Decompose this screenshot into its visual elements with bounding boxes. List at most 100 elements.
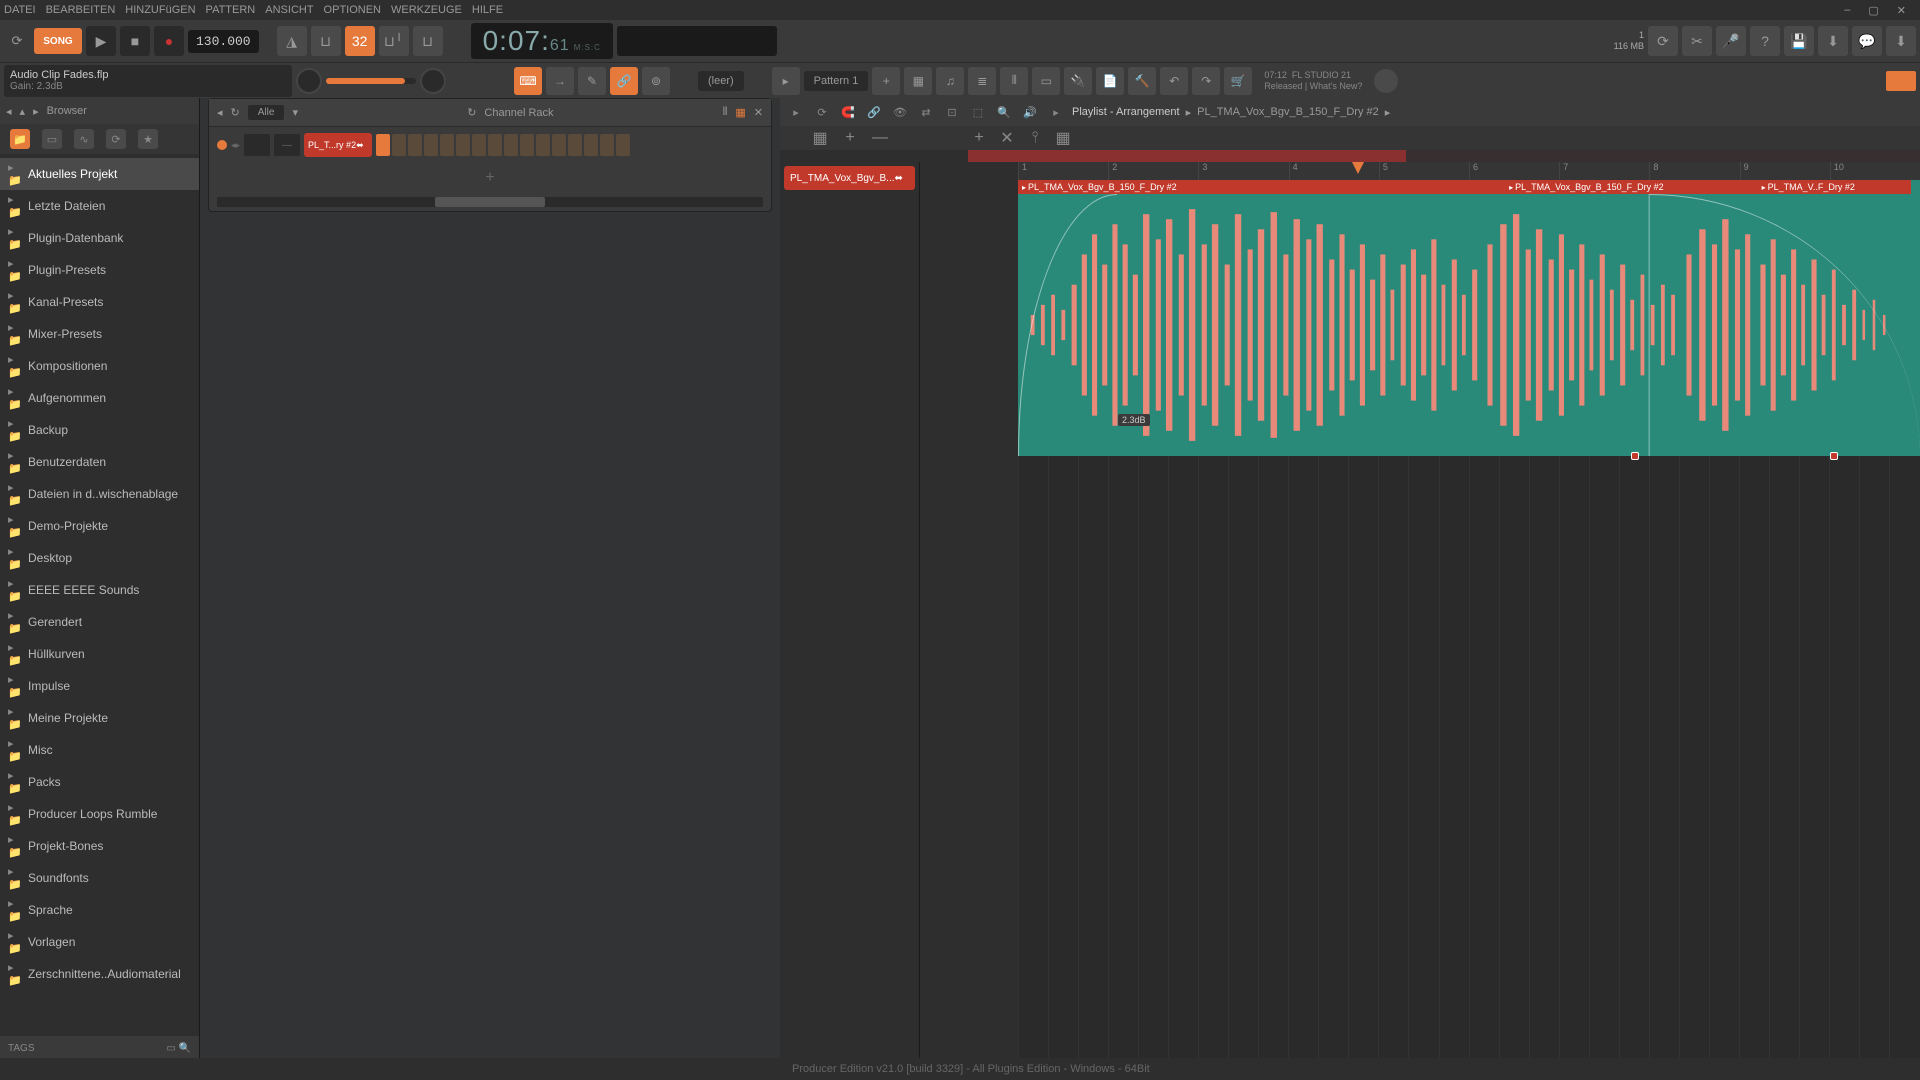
- tree-item[interactable]: ▸📁Aktuelles Projekt: [0, 158, 199, 190]
- channel-row[interactable]: ◂▸ — PL_T...ry #2 ⬌: [209, 127, 771, 163]
- step-sequencer[interactable]: [376, 134, 630, 156]
- track-lane-3[interactable]: [1018, 738, 1920, 1020]
- pattern-play-icon[interactable]: ▸: [772, 67, 800, 95]
- browser-tree[interactable]: ▸📁Aktuelles Projekt▸📁Letzte Dateien▸📁Plu…: [0, 154, 199, 1036]
- menu-add[interactable]: HINZUFüGEN: [125, 4, 195, 16]
- browser-collapse-icon[interactable]: ▭: [166, 1043, 175, 1054]
- snap-button[interactable]: 32: [345, 26, 375, 56]
- menu-file[interactable]: DATEI: [4, 4, 36, 16]
- pl-speaker-icon[interactable]: 🔊: [1020, 102, 1040, 122]
- fade-handle-2[interactable]: [1830, 452, 1838, 460]
- tree-item[interactable]: ▸📁Aufgenommen: [0, 382, 199, 414]
- tree-item[interactable]: ▸📁Kompositionen: [0, 350, 199, 382]
- menu-options[interactable]: OPTIONEN: [324, 4, 381, 16]
- ruler-mark[interactable]: 5: [1379, 162, 1469, 180]
- tree-item[interactable]: ▸📁Backup: [0, 414, 199, 446]
- main-volume-slider[interactable]: [326, 78, 416, 84]
- ch-close-icon[interactable]: ✕: [754, 106, 763, 119]
- browser-star-icon[interactable]: ★: [138, 129, 158, 149]
- shop-icon[interactable]: 🛒: [1224, 67, 1252, 95]
- track-lane-2[interactable]: [1018, 456, 1920, 738]
- playlist-breadcrumb[interactable]: PL_TMA_Vox_Bgv_B_150_F_Dry #2: [1197, 106, 1379, 118]
- refresh-icon[interactable]: ⟳: [1648, 26, 1678, 56]
- window-maximize-icon[interactable]: ▢: [1868, 4, 1878, 17]
- tree-item[interactable]: ▸📁Plugin-Presets: [0, 254, 199, 286]
- undo-icon[interactable]: ↶: [1160, 67, 1188, 95]
- menu-edit[interactable]: BEARBEITEN: [46, 4, 116, 16]
- play-button[interactable]: ▶: [86, 26, 116, 56]
- channel-filter[interactable]: Alle: [248, 105, 285, 120]
- ch-loop-icon[interactable]: ↻: [467, 106, 476, 119]
- pl-eye-icon[interactable]: 👁: [890, 102, 910, 122]
- tree-item[interactable]: ▸📁Benutzerdaten: [0, 446, 199, 478]
- playlist-tracks[interactable]: 12345678910 Acapella 👁 PL_TMA_Vox_Bgv_B_…: [920, 162, 1920, 1060]
- pl-link-icon[interactable]: 🔗: [864, 102, 884, 122]
- sync-icon[interactable]: ⟳: [4, 28, 30, 54]
- view-playlist-icon[interactable]: ▦: [904, 67, 932, 95]
- track-close-icon[interactable]: ✕: [996, 127, 1018, 149]
- tree-item[interactable]: ▸📁Meine Projekte: [0, 702, 199, 734]
- tree-item[interactable]: ▸📁Hüllkurven: [0, 638, 199, 670]
- ch-grid-icon[interactable]: ▦: [735, 106, 745, 119]
- browser-wave-icon[interactable]: ∿: [74, 129, 94, 149]
- track-lane-4[interactable]: [1018, 1020, 1920, 1060]
- tree-item[interactable]: ▸📁Misc: [0, 734, 199, 766]
- ruler-mark[interactable]: 9: [1740, 162, 1830, 180]
- save-icon[interactable]: 💾: [1784, 26, 1814, 56]
- browser-fwd-icon[interactable]: ▸: [33, 105, 39, 118]
- tree-item[interactable]: ▸📁Zerschnittene..Audiomaterial: [0, 958, 199, 990]
- render-icon[interactable]: ⬇: [1818, 26, 1848, 56]
- pattern-selector-empty[interactable]: (leer): [698, 71, 744, 91]
- ruler-mark[interactable]: 7: [1559, 162, 1649, 180]
- ch-dropdown-icon[interactable]: ▾: [292, 106, 298, 119]
- pattern-selector[interactable]: Pattern 1: [804, 71, 869, 91]
- step-icon[interactable]: ⊔: [413, 26, 443, 56]
- plugin-icon[interactable]: 🔌: [1064, 67, 1092, 95]
- help-icon[interactable]: ?: [1750, 26, 1780, 56]
- countdown-icon[interactable]: ⊔: [311, 26, 341, 56]
- ruler-mark[interactable]: 6: [1469, 162, 1559, 180]
- ruler-mark[interactable]: 3: [1198, 162, 1288, 180]
- menu-view[interactable]: ANSICHT: [265, 4, 313, 16]
- picker-view-icon[interactable]: ▦: [809, 127, 831, 149]
- pl-select-icon[interactable]: ⬚: [968, 102, 988, 122]
- pl-sync-icon[interactable]: ⟳: [812, 102, 832, 122]
- picker-link-icon[interactable]: —: [869, 127, 891, 149]
- view-browser-icon[interactable]: ▭: [1032, 67, 1060, 95]
- tools-icon[interactable]: ✂: [1682, 26, 1712, 56]
- playlist-scrubber[interactable]: [968, 150, 1920, 162]
- ruler-mark[interactable]: 10: [1830, 162, 1920, 180]
- browser-clip-icon[interactable]: ▭: [42, 129, 62, 149]
- pl-magnet-icon[interactable]: 🧲: [838, 102, 858, 122]
- tree-item[interactable]: ▸📁Vorlagen: [0, 926, 199, 958]
- picker-add-icon[interactable]: +: [839, 127, 861, 149]
- tree-item[interactable]: ▸📁Packs: [0, 766, 199, 798]
- wait-icon[interactable]: →: [546, 67, 574, 95]
- pl-search-icon[interactable]: 🔍: [994, 102, 1014, 122]
- channel-add-button[interactable]: +: [209, 163, 771, 193]
- step-edit-icon[interactable]: 🔗: [610, 67, 638, 95]
- window-close-icon[interactable]: ✕: [1897, 4, 1906, 17]
- stop-button[interactable]: ■: [120, 26, 150, 56]
- hammer-icon[interactable]: 🔨: [1128, 67, 1156, 95]
- typing-keyboard-icon[interactable]: ⌨: [514, 67, 542, 95]
- track-auto-icon[interactable]: ⫯: [1024, 127, 1046, 149]
- fruity-logo-icon[interactable]: [1886, 71, 1916, 91]
- ruler-mark[interactable]: 1: [1018, 162, 1108, 180]
- tree-item[interactable]: ▸📁Impulse: [0, 670, 199, 702]
- file-icon[interactable]: 📄: [1096, 67, 1124, 95]
- channel-rack-header[interactable]: ◂ ↻ Alle ▾ ↻ Channel Rack ⫴ ▦ ✕: [209, 99, 771, 127]
- download-icon[interactable]: ⬇: [1886, 26, 1916, 56]
- fade-handle[interactable]: [1631, 452, 1639, 460]
- mic-icon[interactable]: 🎤: [1716, 26, 1746, 56]
- tree-item[interactable]: ▸📁Plugin-Datenbank: [0, 222, 199, 254]
- tree-item[interactable]: ▸📁Gerendert: [0, 606, 199, 638]
- view-piano-icon[interactable]: ♫: [936, 67, 964, 95]
- channel-vol-knob[interactable]: —: [274, 134, 300, 156]
- tree-item[interactable]: ▸📁Soundfonts: [0, 862, 199, 894]
- channel-name[interactable]: PL_T...ry #2 ⬌: [304, 133, 372, 157]
- tree-item[interactable]: ▸📁Producer Loops Rumble: [0, 798, 199, 830]
- song-mode-button[interactable]: SONG: [34, 28, 82, 54]
- track-lane-1[interactable]: PL_TMA_Vox_Bgv_B_150_F_Dry #2 PL_TMA_Vox…: [1018, 180, 1920, 456]
- redo-icon[interactable]: ↷: [1192, 67, 1220, 95]
